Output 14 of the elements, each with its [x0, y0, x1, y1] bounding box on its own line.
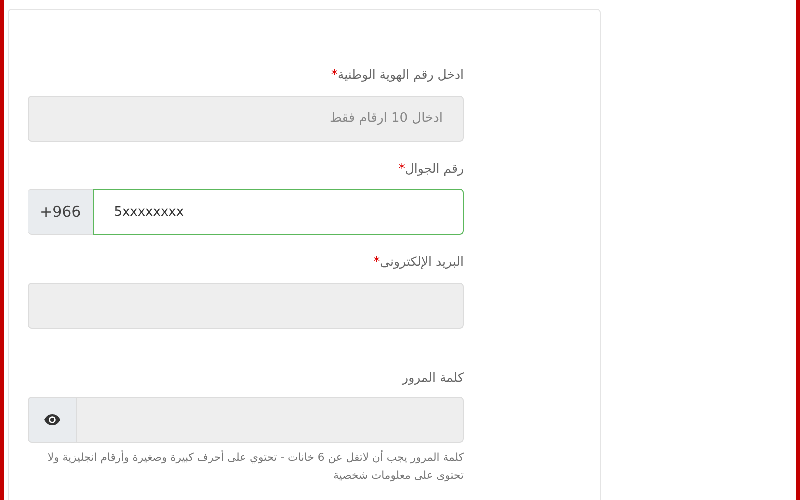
- field-label: رقم الجوال: [405, 160, 464, 176]
- eye-icon[interactable]: [28, 397, 76, 444]
- input-field[interactable]: [76, 397, 464, 444]
- field-label: ادخل رقم الهوية الوطنية: [338, 67, 464, 82]
- field-label: البريد الإلكترونى: [380, 254, 464, 269]
- input-field[interactable]: ادخال 10 ارقام فقط: [28, 96, 464, 142]
- input-field[interactable]: 5xxxxxxxx: [93, 189, 464, 235]
- required-mark: *: [374, 255, 380, 270]
- country-code: +966: [28, 189, 94, 235]
- required-mark: *: [331, 68, 338, 83]
- help-text: كلمة المرور يجب أن لاتقل عن 6 خانات - تحتوي على أحرف كبيرة وصغيرة وأرقام انجليزية ولا تحتوى على معلومات شخصية: [46, 449, 464, 484]
- input-field[interactable]: [28, 282, 464, 328]
- field-label: كلمة المرور: [402, 370, 464, 384]
- required-mark: *: [398, 162, 406, 176]
